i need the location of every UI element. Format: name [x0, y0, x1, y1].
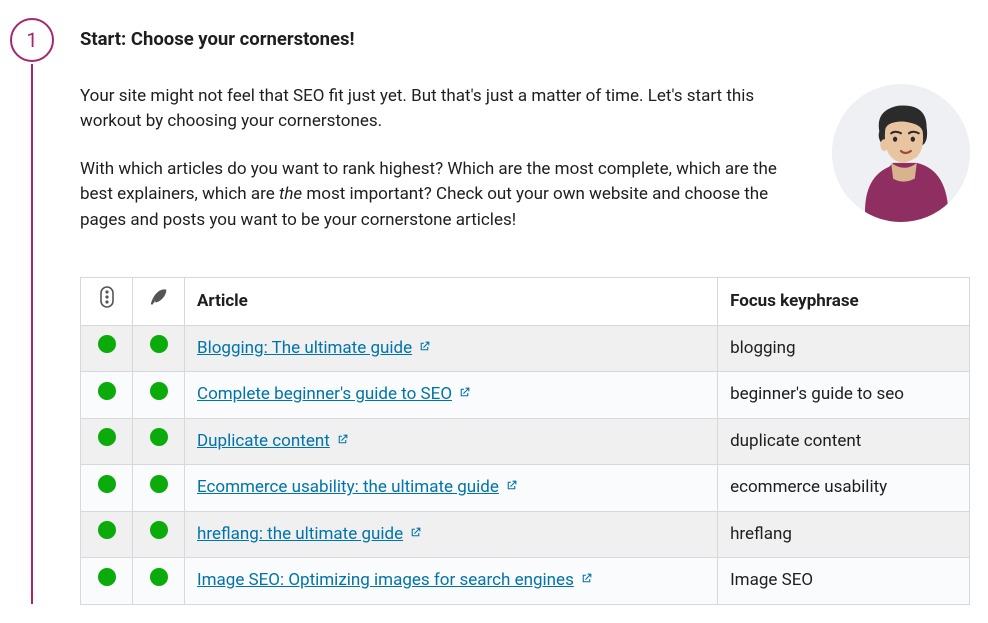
- status-dot-icon: [150, 475, 168, 493]
- article-link[interactable]: Duplicate content: [197, 431, 330, 451]
- seo-score-header: [81, 278, 133, 326]
- cornerstone-table: Article Focus keyphrase Blogging: The ul…: [80, 277, 970, 605]
- table-row: Duplicate content duplicate content: [81, 418, 970, 465]
- external-link-icon: [336, 429, 349, 455]
- article-cell: Ecommerce usability: the ultimate guide: [185, 465, 718, 512]
- external-link-icon: [580, 568, 593, 594]
- external-link-icon: [505, 475, 518, 501]
- seo-score-cell: [81, 372, 133, 419]
- article-link[interactable]: Ecommerce usability: the ultimate guide: [197, 477, 499, 497]
- keyphrase-cell: blogging: [718, 325, 970, 372]
- intro-row: Your site might not feel that SEO fit ju…: [80, 84, 970, 256]
- table-row: Blogging: The ultimate guide blogging: [81, 325, 970, 372]
- keyphrase-cell: hreflang: [718, 511, 970, 558]
- intro-paragraph-1: Your site might not feel that SEO fit ju…: [80, 84, 802, 135]
- readability-score-cell: [133, 372, 185, 419]
- article-cell: Blogging: The ultimate guide: [185, 325, 718, 372]
- article-link[interactable]: Complete beginner's guide to SEO: [197, 384, 452, 404]
- step-number-badge: 1: [10, 18, 54, 62]
- status-dot-icon: [98, 521, 116, 539]
- seo-score-cell: [81, 418, 133, 465]
- step-container: 1 Start: Choose your cornerstones! Your …: [10, 18, 978, 605]
- article-link[interactable]: Image SEO: Optimizing images for search …: [197, 570, 574, 590]
- article-cell: Image SEO: Optimizing images for search …: [185, 558, 718, 605]
- table-header-row: Article Focus keyphrase: [81, 278, 970, 326]
- status-dot-icon: [98, 428, 116, 446]
- external-link-icon: [409, 522, 422, 548]
- status-dot-icon: [98, 335, 116, 353]
- keyphrase-header: Focus keyphrase: [718, 278, 970, 326]
- status-dot-icon: [150, 335, 168, 353]
- article-cell: hreflang: the ultimate guide: [185, 511, 718, 558]
- status-dot-icon: [150, 382, 168, 400]
- intro-text: Your site might not feel that SEO fit ju…: [80, 84, 802, 256]
- table-row: Image SEO: Optimizing images for search …: [81, 558, 970, 605]
- status-dot-icon: [98, 475, 116, 493]
- table-row: hreflang: the ultimate guide hreflang: [81, 511, 970, 558]
- person-illustration-icon: [832, 84, 970, 222]
- readability-score-cell: [133, 325, 185, 372]
- seo-score-cell: [81, 558, 133, 605]
- table-row: Complete beginner's guide to SEO beginner…: [81, 372, 970, 419]
- seo-score-cell: [81, 511, 133, 558]
- status-dot-icon: [150, 521, 168, 539]
- status-dot-icon: [98, 382, 116, 400]
- seo-score-cell: [81, 325, 133, 372]
- article-link[interactable]: Blogging: The ultimate guide: [197, 338, 412, 358]
- seo-score-cell: [81, 465, 133, 512]
- table-row: Ecommerce usability: the ultimate guide e…: [81, 465, 970, 512]
- step-number: 1: [26, 25, 37, 55]
- article-cell: Complete beginner's guide to SEO: [185, 372, 718, 419]
- readability-header: [133, 278, 185, 326]
- external-link-icon: [418, 336, 431, 362]
- keyphrase-cell: ecommerce usability: [718, 465, 970, 512]
- feather-icon: [148, 286, 170, 308]
- external-link-icon: [458, 382, 471, 408]
- article-header: Article: [185, 278, 718, 326]
- step-content: Start: Choose your cornerstones! Your si…: [80, 18, 978, 605]
- readability-score-cell: [133, 465, 185, 512]
- readability-score-cell: [133, 558, 185, 605]
- readability-score-cell: [133, 511, 185, 558]
- keyphrase-cell: Image SEO: [718, 558, 970, 605]
- article-cell: Duplicate content: [185, 418, 718, 465]
- readability-score-cell: [133, 418, 185, 465]
- status-dot-icon: [150, 428, 168, 446]
- timeline-line: [31, 64, 33, 604]
- article-link[interactable]: hreflang: the ultimate guide: [197, 524, 403, 544]
- avatar: [832, 84, 970, 222]
- keyphrase-cell: beginner's guide to seo: [718, 372, 970, 419]
- keyphrase-cell: duplicate content: [718, 418, 970, 465]
- intro-paragraph-2: With which articles do you want to rank …: [80, 157, 802, 234]
- traffic-light-icon: [98, 286, 116, 308]
- step-title: Start: Choose your cornerstones!: [80, 26, 970, 54]
